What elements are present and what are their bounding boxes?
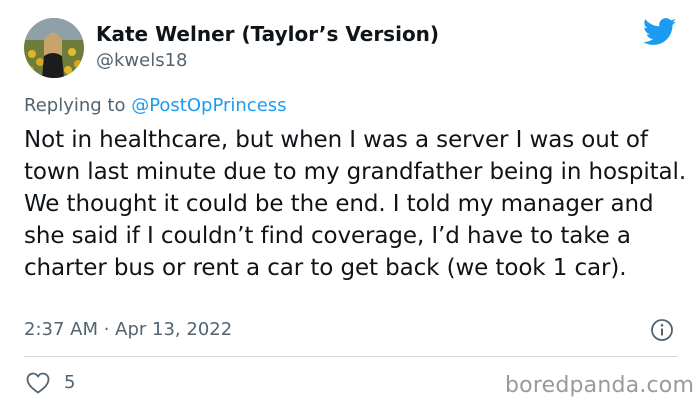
heart-icon[interactable]	[26, 372, 50, 394]
reply-context-prefix: Replying to	[24, 95, 132, 116]
tweet-card: Kate Welner (Taylor’s Version) @kwels18 …	[0, 0, 700, 410]
watermark: boredpanda.com	[505, 373, 695, 398]
info-icon[interactable]	[650, 318, 674, 342]
reply-context: Replying to @PostOpPrincess	[24, 95, 287, 116]
divider	[24, 356, 678, 357]
author-handle[interactable]: @kwels18	[96, 50, 188, 71]
reply-mention-link[interactable]: @PostOpPrincess	[131, 95, 286, 116]
twitter-bird-icon[interactable]	[642, 18, 677, 46]
author-display-name[interactable]: Kate Welner (Taylor’s Version)	[96, 22, 439, 46]
like-count: 5	[64, 372, 76, 393]
tweet-timestamp[interactable]: 2:37 AM · Apr 13, 2022	[24, 319, 232, 340]
tweet-text: Not in healthcare, but when I was a serv…	[24, 127, 687, 281]
avatar[interactable]	[24, 18, 84, 78]
